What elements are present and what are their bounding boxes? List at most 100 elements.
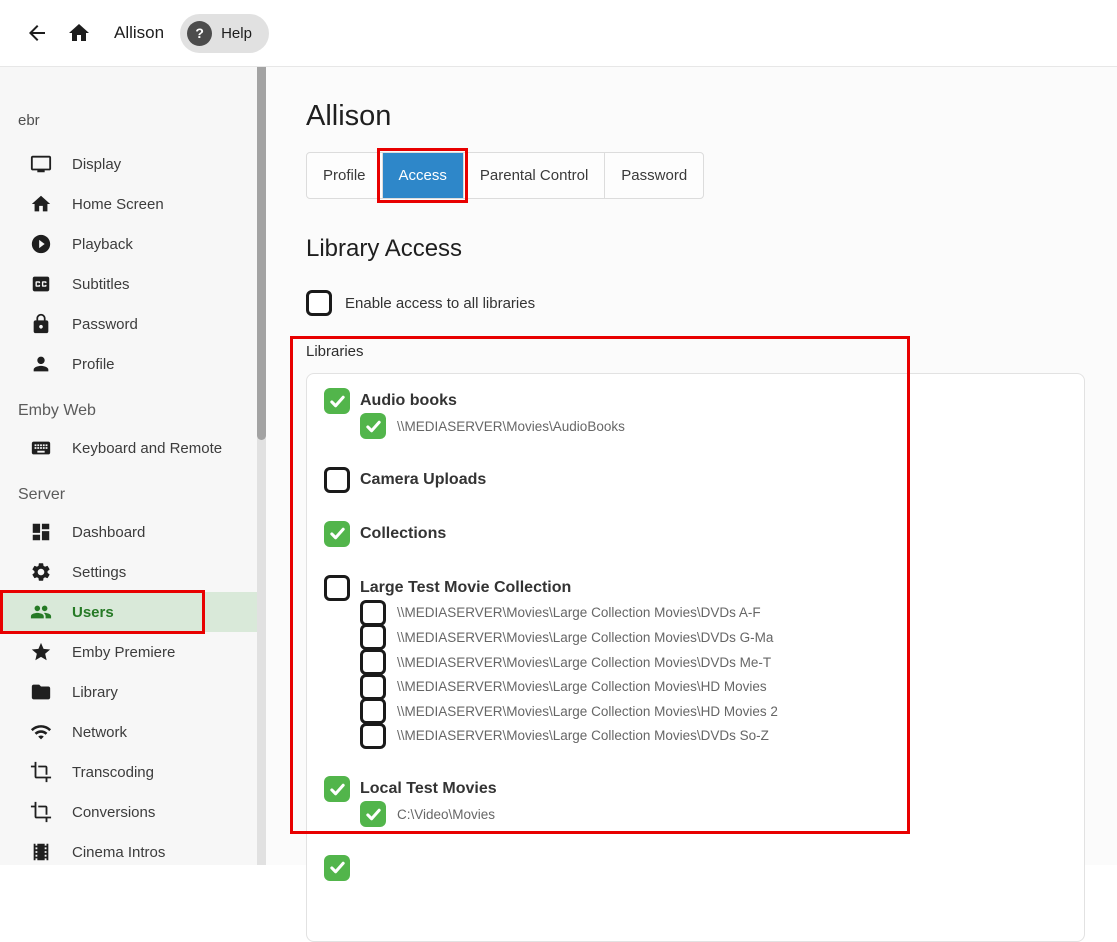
sidebar-item-emby-premiere[interactable]: Emby Premiere	[0, 632, 257, 672]
library-path-label: \\MEDIASERVER\Movies\Large Collection Mo…	[397, 629, 774, 645]
wifi-icon	[30, 725, 52, 740]
library-checkbox[interactable]	[324, 388, 350, 414]
tab-password[interactable]: Password	[604, 153, 703, 198]
library-path-row: \\MEDIASERVER\Movies\Large Collection Mo…	[360, 722, 1064, 749]
libraries-section: Libraries Audio books \\MEDIASERVER\Movie…	[290, 336, 1117, 942]
sidebar-item-subtitles[interactable]: Subtitles	[0, 264, 257, 304]
library-item: Audio books \\MEDIASERVER\Movies\AudioBoo…	[324, 388, 1064, 440]
sidebar-item-password[interactable]: Password	[0, 304, 257, 344]
library-path-label: C:\Video\Movies	[397, 806, 496, 822]
tab-parental-control[interactable]: Parental Control	[462, 153, 604, 198]
sidebar-scrollbar-track[interactable]	[257, 67, 266, 865]
library-path-label: \\MEDIASERVER\Movies\Large Collection Mo…	[397, 679, 767, 695]
sidebar-item-profile[interactable]: Profile	[0, 344, 257, 384]
sidebar-item-label: Subtitles	[72, 275, 130, 293]
sidebar-item-transcoding[interactable]: Transcoding	[0, 752, 257, 792]
enable-all-row: Enable access to all libraries	[306, 290, 1117, 316]
top-bar: Allison ? Help	[0, 0, 1117, 67]
question-mark-icon: ?	[187, 20, 213, 46]
library-item: Local Test Movies C:\Video\Movies	[324, 776, 1064, 828]
sidebar-scrollbar-thumb[interactable]	[257, 67, 266, 440]
tab-profile[interactable]: Profile	[307, 153, 382, 198]
library-path-checkbox[interactable]	[360, 413, 386, 440]
star-icon	[31, 642, 51, 661]
enable-all-checkbox[interactable]	[306, 290, 332, 316]
library-head: Local Test Movies	[324, 776, 1064, 803]
library-item: Large Test Movie Collection \\MEDIASERVER…	[324, 574, 1064, 749]
tab-bar: Profile Access Parental Control Password	[306, 148, 705, 203]
tab-access[interactable]: Access	[376, 148, 468, 203]
help-button[interactable]: ? Help	[180, 13, 269, 53]
library-path-checkbox[interactable]	[360, 722, 386, 749]
sidebar-item-label: Cinema Intros	[72, 843, 166, 861]
library-access-title: Library Access	[306, 235, 463, 262]
library-name: Local Test Movies	[360, 780, 497, 798]
sidebar-item-dashboard[interactable]: Dashboard	[0, 512, 257, 552]
help-label: Help	[221, 24, 252, 42]
home-icon	[31, 195, 51, 212]
sidebar-item-network[interactable]: Network	[0, 712, 257, 752]
sidebar-item-label: Keyboard and Remote	[72, 439, 223, 457]
sidebar-item-label: Emby Premiere	[72, 643, 176, 661]
check-icon	[365, 808, 381, 821]
sidebar-item-home-screen[interactable]: Home Screen	[0, 184, 257, 224]
library-item-partial	[324, 854, 1064, 881]
library-name: Collections	[360, 524, 447, 542]
library-path-label: \\MEDIASERVER\Movies\AudioBooks	[397, 418, 625, 434]
library-path-checkbox[interactable]	[360, 599, 386, 626]
enable-all-label: Enable access to all libraries	[345, 294, 536, 312]
back-button[interactable]	[16, 12, 58, 54]
main-content: Allison Profile Access Parental Control Pas…	[266, 67, 1117, 942]
closed-caption-icon	[32, 276, 50, 292]
library-name: Audio books	[360, 392, 457, 409]
home-button[interactable]	[58, 12, 100, 54]
sidebar-section-label: Server	[18, 486, 66, 503]
library-head	[324, 854, 1064, 881]
play-circle-icon	[31, 234, 51, 254]
library-path-checkbox[interactable]	[360, 673, 386, 700]
sidebar-item-display[interactable]: Display	[0, 144, 257, 184]
sidebar-item-label: Dashboard	[72, 523, 146, 541]
sidebar-item-label: Library	[72, 683, 118, 701]
sidebar-item-settings[interactable]: Settings	[0, 552, 257, 592]
library-path-checkbox[interactable]	[360, 649, 386, 676]
sidebar-user-label: ebr	[18, 112, 40, 129]
library-head: Large Test Movie Collection	[324, 574, 1064, 601]
keyboard-icon	[31, 441, 51, 455]
sidebar-item-cinema-intros[interactable]: Cinema Intros	[0, 832, 257, 865]
sidebar-item-label: Password	[72, 315, 138, 333]
back-arrow-icon	[29, 25, 45, 41]
library-paths: C:\Video\Movies	[360, 801, 1064, 828]
crop-icon	[30, 801, 52, 823]
sidebar-item-playback[interactable]: Playback	[0, 224, 257, 264]
sidebar-item-label: Transcoding	[72, 763, 154, 781]
library-path-row: \\MEDIASERVER\Movies\AudioBooks	[360, 413, 1064, 440]
library-checkbox[interactable]	[324, 776, 350, 803]
library-path-checkbox[interactable]	[360, 624, 386, 651]
library-paths: \\MEDIASERVER\Movies\AudioBooks	[360, 413, 1064, 440]
library-checkbox[interactable]	[324, 574, 350, 601]
film-icon	[33, 843, 49, 861]
sidebar-item-label: Network	[72, 723, 128, 741]
check-icon	[329, 783, 345, 795]
library-path-checkbox[interactable]	[360, 698, 386, 725]
library-path-label: \\MEDIASERVER\Movies\Large Collection Mo…	[397, 605, 761, 621]
sidebar-item-label: Display	[72, 155, 122, 173]
dashboard-icon	[32, 523, 50, 541]
library-head: Audio books	[324, 388, 1064, 414]
sidebar-item-users[interactable]: Users	[0, 590, 257, 634]
sidebar-item-keyboard-and-remote[interactable]: Keyboard and Remote	[0, 428, 257, 468]
library-path-checkbox[interactable]	[360, 801, 386, 828]
check-icon	[329, 527, 345, 540]
lock-icon	[33, 313, 49, 334]
sidebar-item-conversions[interactable]: Conversions	[0, 792, 257, 832]
check-icon	[365, 420, 381, 433]
sidebar-item-label: Conversions	[72, 803, 156, 821]
sidebar-item-library[interactable]: Library	[0, 672, 257, 712]
library-checkbox[interactable]	[324, 466, 350, 493]
library-name: Large Test Movie Collection	[360, 578, 572, 596]
library-checkbox[interactable]	[324, 854, 350, 881]
library-path-label: \\MEDIASERVER\Movies\Large Collection Mo…	[397, 703, 778, 719]
library-checkbox[interactable]	[324, 520, 350, 547]
library-paths: \\MEDIASERVER\Movies\Large Collection Mo…	[360, 599, 1064, 749]
